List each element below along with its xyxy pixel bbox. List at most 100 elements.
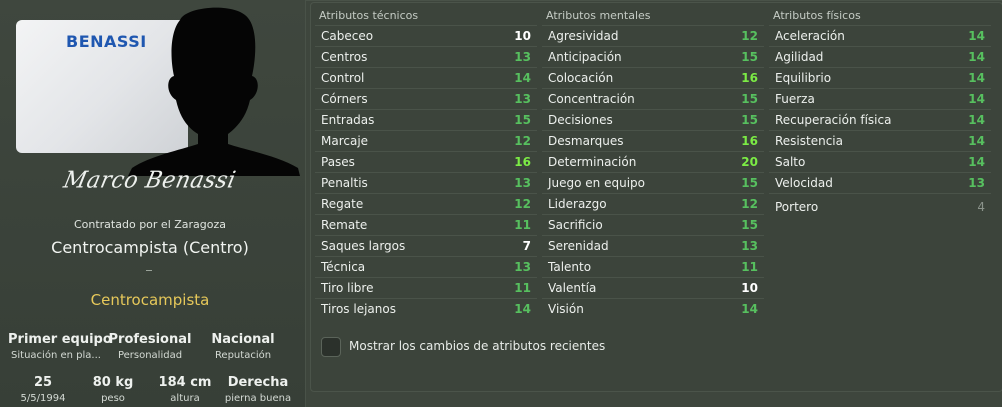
attribute-name: Talento	[548, 260, 592, 274]
goalkeeper-rating-row[interactable]: Portero 4	[769, 193, 991, 220]
attribute-row[interactable]: Remate 11	[315, 214, 537, 235]
squad-status[interactable]: Primer equipo Situación en pla...	[8, 332, 112, 361]
contract-club-text: Contratado por el Zaragoza	[73, 218, 227, 231]
attribute-value: 14	[968, 155, 985, 169]
attribute-row[interactable]: Visión 14	[542, 298, 764, 319]
squad-status-label: Situación en pla...	[11, 350, 101, 361]
attribute-row[interactable]: Control 14	[315, 67, 537, 88]
height-info: 184 cm altura	[152, 375, 218, 404]
attribute-row[interactable]: Técnica 13	[315, 256, 537, 277]
attribute-row[interactable]: Recuperación física 14	[769, 109, 991, 130]
attribute-name: Córners	[321, 92, 368, 106]
attribute-name: Entradas	[321, 113, 375, 127]
attribute-row[interactable]: Centros 13	[315, 46, 537, 67]
age-info: 25 5/5/1994	[10, 375, 76, 404]
attribute-value: 7	[522, 239, 531, 253]
attribute-name: Pases	[321, 155, 355, 169]
attribute-value: 15	[741, 176, 758, 190]
attribute-name: Saques largos	[321, 239, 406, 253]
attribute-row[interactable]: Velocidad 13	[769, 172, 991, 193]
attribute-value: 11	[741, 260, 758, 274]
reputation-label: Reputación	[214, 350, 272, 361]
physical-info-row: 25 5/5/1994 80 kg peso 184 cm altura Der…	[0, 375, 300, 407]
attribute-value: 14	[968, 113, 985, 127]
position-title: Centrocampista (Centro)	[51, 238, 249, 257]
preferred-foot-value: Derecha	[227, 375, 289, 390]
attribute-value: 11	[514, 281, 531, 295]
attribute-name: Colocación	[548, 71, 614, 85]
attribute-row[interactable]: Equilibrio 14	[769, 67, 991, 88]
attribute-row[interactable]: Saques largos 7	[315, 235, 537, 256]
technical-attributes-column: Atributos técnicos Cabeceo 10 Centros 13 Con…	[315, 3, 537, 319]
attribute-value: 12	[514, 134, 531, 148]
attribute-row[interactable]: Penaltis 13	[315, 172, 537, 193]
attribute-name: Centros	[321, 50, 368, 64]
attribute-value: 14	[968, 50, 985, 64]
attribute-row[interactable]: Colocación 16	[542, 67, 764, 88]
attribute-name: Valentía	[548, 281, 597, 295]
technical-attributes-title: Atributos técnicos	[319, 9, 419, 22]
reputation-value: Nacional	[211, 332, 275, 347]
show-recent-changes-checkbox[interactable]	[321, 337, 341, 357]
attribute-name: Agresividad	[548, 29, 619, 43]
birth-date: 5/5/1994	[20, 393, 66, 404]
height-label: altura	[170, 393, 200, 404]
attribute-row[interactable]: Determinación 20	[542, 151, 764, 172]
attribute-row[interactable]: Juego en equipo 15	[542, 172, 764, 193]
attribute-row[interactable]: Pases 16	[315, 151, 537, 172]
physical-attributes-column: Atributos físicos Aceleración 14 Agilidad 1…	[769, 3, 991, 220]
attribute-row[interactable]: Concentración 15	[542, 88, 764, 109]
attribute-row[interactable]: Resistencia 14	[769, 130, 991, 151]
attribute-row[interactable]: Córners 13	[315, 88, 537, 109]
attribute-row[interactable]: Cabeceo 10	[315, 25, 537, 46]
attribute-row[interactable]: Agilidad 14	[769, 46, 991, 67]
attribute-value: 14	[968, 134, 985, 148]
attributes-panel: Atributos técnicos Cabeceo 10 Centros 13 Con…	[305, 0, 1002, 407]
player-role[interactable]: Centrocampista	[0, 291, 300, 309]
attribute-row[interactable]: Fuerza 14	[769, 88, 991, 109]
personality[interactable]: Profesional Personalidad	[108, 332, 192, 361]
reputation[interactable]: Nacional Reputación	[200, 332, 286, 361]
attribute-name: Marcaje	[321, 134, 369, 148]
attribute-row[interactable]: Talento 11	[542, 256, 764, 277]
attribute-row[interactable]: Marcaje 12	[315, 130, 537, 151]
attribute-name: Tiro libre	[321, 281, 374, 295]
attribute-value: 12	[741, 197, 758, 211]
attribute-row[interactable]: Regate 12	[315, 193, 537, 214]
attribute-row[interactable]: Entradas 15	[315, 109, 537, 130]
attribute-row[interactable]: Sacrificio 15	[542, 214, 764, 235]
attribute-name: Decisiones	[548, 113, 613, 127]
player-signature: Marco Benassi	[40, 167, 260, 212]
attribute-name: Recuperación física	[775, 113, 892, 127]
attribute-row[interactable]: Liderazgo 12	[542, 193, 764, 214]
attribute-row[interactable]: Tiro libre 11	[315, 277, 537, 298]
attribute-name: Liderazgo	[548, 197, 607, 211]
attribute-value: 14	[968, 29, 985, 43]
attribute-value: 4	[977, 200, 985, 214]
attribute-row[interactable]: Agresividad 12	[542, 25, 764, 46]
attribute-name: Regate	[321, 197, 364, 211]
attribute-name: Resistencia	[775, 134, 843, 148]
divider-dash	[146, 270, 152, 271]
player-profile-panel: BENASSI Marco Benassi Contratado por el …	[0, 0, 300, 407]
attribute-value: 13	[514, 260, 531, 274]
attribute-value: 14	[968, 71, 985, 85]
attribute-row[interactable]: Serenidad 13	[542, 235, 764, 256]
attribute-name: Velocidad	[775, 176, 833, 190]
attribute-row[interactable]: Salto 14	[769, 151, 991, 172]
attribute-value: 13	[514, 92, 531, 106]
attribute-value: 16	[514, 155, 531, 169]
mental-attributes-column: Atributos mentales Agresividad 12 Anticipa…	[542, 3, 764, 319]
attribute-name: Determinación	[548, 155, 637, 169]
height-value: 184 cm	[158, 375, 212, 390]
attribute-row[interactable]: Tiros lejanos 14	[315, 298, 537, 319]
attribute-value: 10	[741, 281, 758, 295]
attribute-row[interactable]: Valentía 10	[542, 277, 764, 298]
attribute-row[interactable]: Aceleración 14	[769, 25, 991, 46]
attribute-row[interactable]: Decisiones 15	[542, 109, 764, 130]
attribute-row[interactable]: Anticipación 15	[542, 46, 764, 67]
attribute-row[interactable]: Desmarques 16	[542, 130, 764, 151]
attribute-value: 13	[514, 50, 531, 64]
physical-attributes-list: Aceleración 14 Agilidad 14 Equilibrio 14 Fuerz…	[769, 25, 991, 193]
attribute-value: 16	[741, 134, 758, 148]
